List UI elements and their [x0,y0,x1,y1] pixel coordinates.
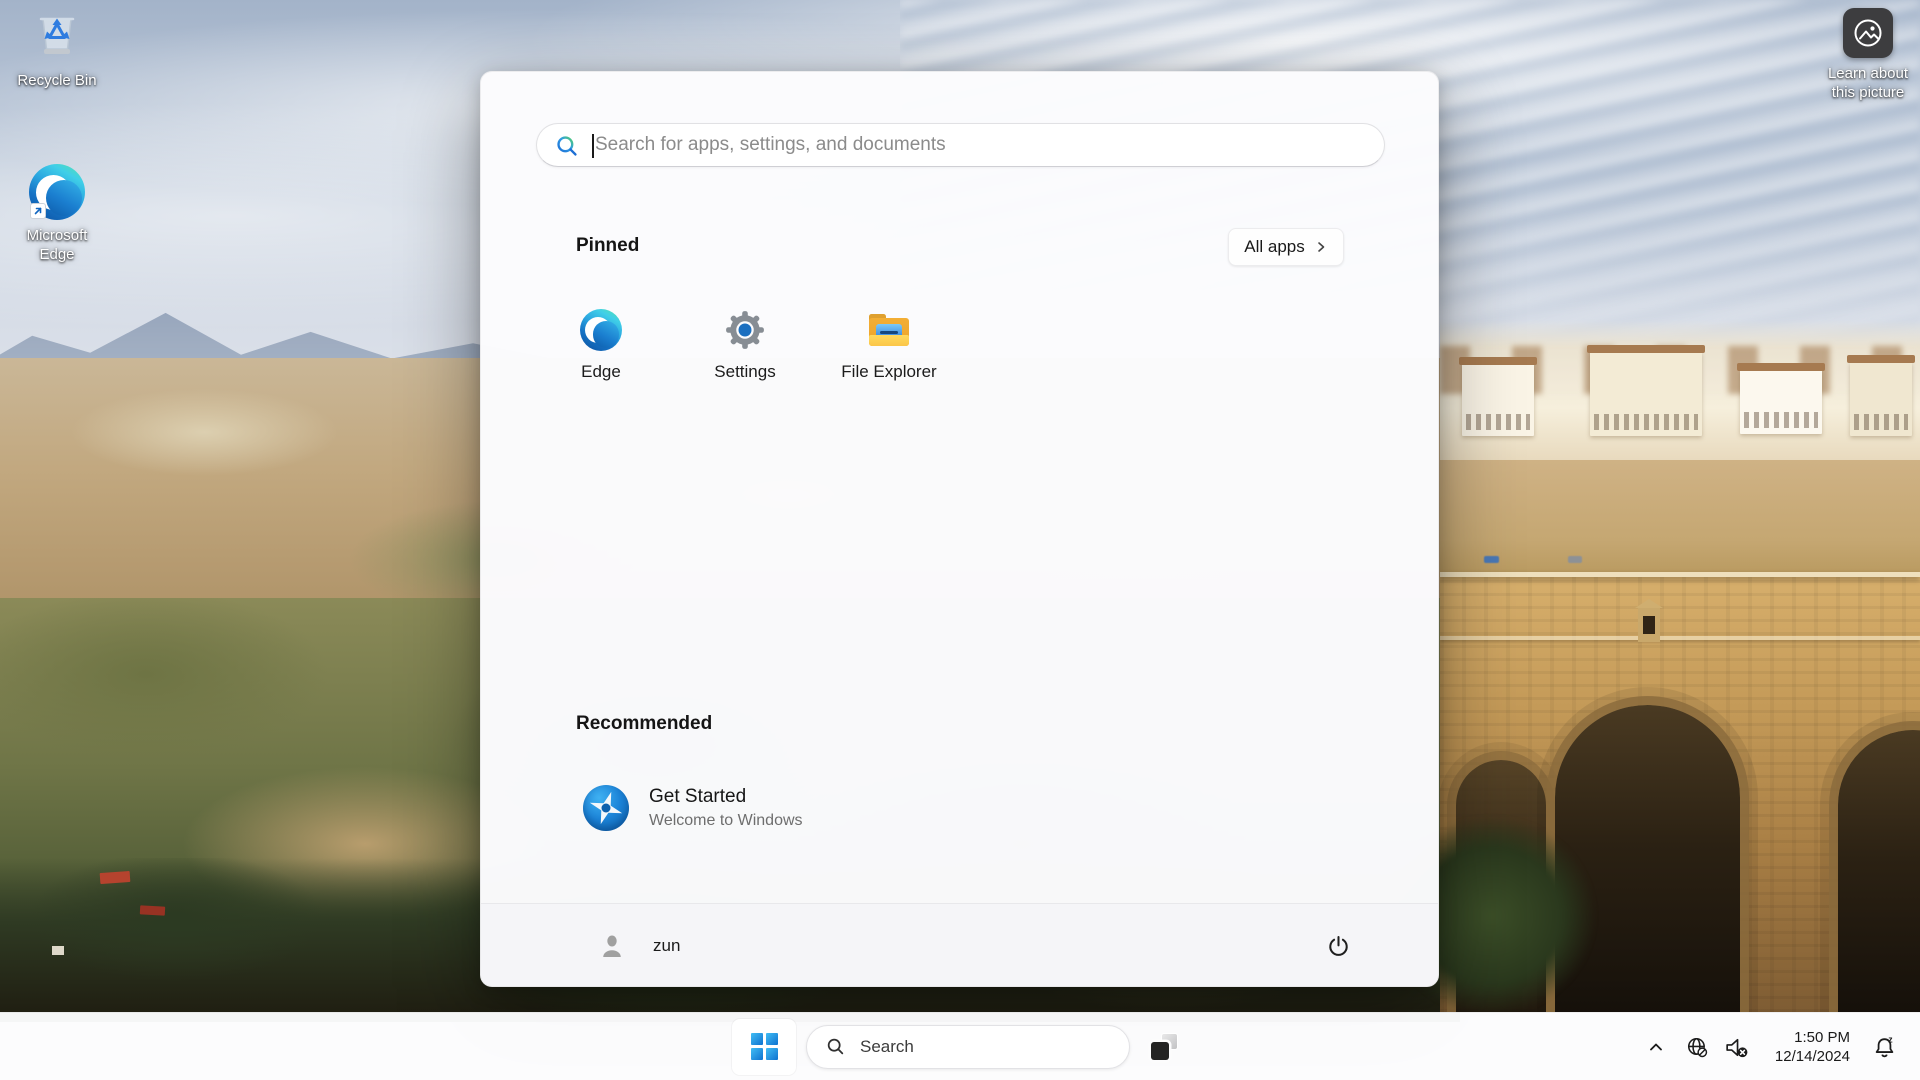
recommended-item-subtitle: Welcome to Windows [649,812,803,829]
wallpaper-bridge-window [1635,599,1663,642]
windows-logo-icon [750,1033,778,1060]
edge-icon [29,164,85,220]
pinned-app-label: File Explorer [841,362,937,381]
notification-bell-dnd-icon: z [1875,1034,1893,1057]
task-view-icon [1150,1033,1178,1060]
user-name: zun [653,935,681,955]
clock-time: 1:50 PM [1794,1029,1850,1046]
wallpaper-car [1484,556,1499,563]
recommended-item-title: Get Started [649,786,747,807]
wallpaper-bridge-arch [1838,730,1920,1012]
desktop: Recycle Bin Microsoft Edge Learn about t… [0,0,1920,1080]
power-button[interactable] [1315,923,1361,969]
wallpaper-building [1847,355,1915,436]
search-icon [554,133,580,164]
taskbar-search-label: Search [860,1036,914,1056]
taskbar: Search 1:50 PM 12/14/2024 z [0,1012,1920,1080]
text-caret [592,134,594,158]
recommended-heading: Recommended [576,713,713,734]
start-menu-footer: zun [481,903,1438,986]
get-started-icon [583,785,629,831]
start-search-input[interactable] [595,124,1365,166]
clock-date: 12/14/2024 [1774,1048,1850,1065]
task-view-button[interactable] [1140,1023,1188,1071]
taskbar-search-box[interactable]: Search [806,1024,1130,1069]
start-menu: Pinned All apps Edge [480,71,1439,987]
taskbar-center-group: Search [732,1018,1188,1075]
volume-button[interactable] [1717,1025,1757,1069]
pinned-app-settings[interactable]: Settings [673,300,817,422]
network-button[interactable] [1679,1025,1717,1069]
desktop-icon-recycle-bin[interactable]: Recycle Bin [14,8,100,90]
svg-text:z: z [1888,1034,1893,1044]
notifications-button[interactable]: z [1864,1025,1904,1069]
wallpaper-village [1440,320,1920,472]
wallpaper-bridge-cornice [1440,636,1920,640]
wallpaper-roof [139,905,166,916]
all-apps-button[interactable]: All apps [1228,228,1344,266]
taskbar-clock[interactable]: 1:50 PM 12/14/2024 [1769,1024,1856,1070]
picture-icon [1843,8,1893,58]
recommended-item-get-started[interactable]: Get Started Welcome to Windows [571,775,991,841]
recycle-bin-icon [30,8,84,65]
pinned-heading: Pinned [576,235,640,256]
no-internet-globe-icon [1688,1037,1708,1057]
start-button[interactable] [732,1018,796,1075]
chevron-up-icon [1650,1043,1662,1051]
wallpaper-bridge-parapet [1440,460,1920,575]
folder-icon [868,309,910,351]
learn-about-label: Learn about this picture [1827,65,1909,101]
pinned-apps-grid: Edge Settings File Explorer [529,300,961,422]
wallpaper-building [1587,345,1705,436]
desktop-icon-label: Microsoft Edge [26,227,88,263]
user-icon [603,935,621,957]
pinned-app-edge[interactable]: Edge [529,300,673,422]
desktop-icon-microsoft-edge[interactable]: Microsoft Edge [14,164,100,264]
learn-about-picture[interactable]: Learn about this picture [1822,8,1914,102]
volume-muted-icon [1726,1038,1748,1057]
wallpaper-bridge-deck [1440,572,1920,577]
pinned-app-file-explorer[interactable]: File Explorer [817,300,961,422]
system-tray: 1:50 PM 12/14/2024 z [1639,1013,1904,1080]
wallpaper-building [1737,363,1825,434]
power-icon [1328,935,1348,956]
wallpaper-building [1459,357,1537,436]
desktop-icon-label: Recycle Bin [17,72,97,89]
start-search-box[interactable] [536,123,1385,167]
all-apps-label: All apps [1244,237,1305,256]
pinned-app-label: Settings [714,362,776,381]
user-profile-button[interactable]: zun [581,904,696,987]
pinned-app-label: Edge [581,362,621,381]
edge-icon [580,309,622,351]
tray-show-hidden-icons[interactable] [1639,1025,1673,1069]
wallpaper-car [1568,556,1582,563]
search-icon [827,1038,844,1055]
wallpaper-house [52,946,64,955]
chevron-right-icon [1317,242,1325,252]
gear-icon [724,309,766,351]
shortcut-arrow-icon [30,203,46,219]
wallpaper-roof [99,870,131,885]
